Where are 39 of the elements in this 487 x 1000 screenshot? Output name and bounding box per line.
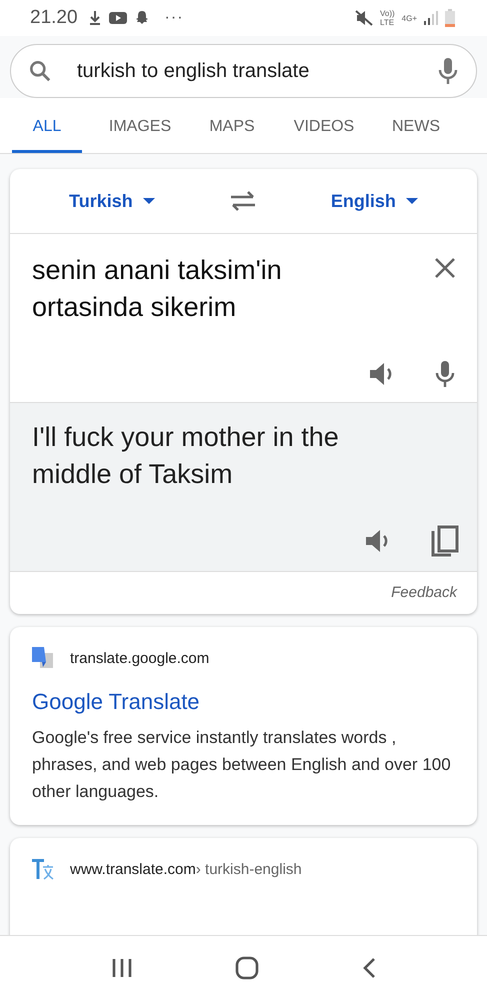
microphone-icon[interactable]	[435, 360, 455, 388]
network-label: 4G+	[402, 14, 417, 22]
play-icon	[108, 11, 127, 25]
result-snippet: Google's free service instantly translates words , phrases, and web pages between English and over 100 other languages.	[32, 727, 452, 803]
translated-text: I'll fuck your mother in the middle of Taksim	[32, 421, 340, 491]
ghost-icon	[134, 10, 150, 26]
translate-logo-icon	[32, 647, 54, 669]
battery-icon	[445, 9, 455, 27]
copy-icon[interactable]	[431, 525, 459, 557]
recent-apps-icon[interactable]	[111, 958, 134, 978]
result-url[interactable]: www.translate.com› turkish-english	[70, 860, 302, 878]
feedback-link[interactable]: Feedback	[391, 584, 457, 601]
result-url[interactable]: translate.google.com	[70, 650, 210, 666]
search-query: turkish to english translate	[77, 60, 310, 82]
search-icon	[27, 58, 53, 84]
microphone-icon[interactable]	[438, 57, 458, 85]
search-tab[interactable]: MAPS	[186, 106, 278, 153]
search-tab[interactable]: VIDEOS	[278, 106, 370, 153]
download-icon	[88, 10, 102, 26]
search-tab[interactable]: NEWS	[370, 106, 462, 153]
translate-logo-icon	[32, 858, 54, 880]
search-tab[interactable]: IMAGES	[94, 106, 186, 153]
lte-label: LTE	[380, 18, 395, 27]
search-field[interactable]: turkish to english translate	[10, 44, 477, 98]
home-icon[interactable]	[235, 956, 260, 980]
target-language-dropdown[interactable]: English	[326, 186, 422, 216]
clock-time: 21.20	[30, 7, 78, 29]
swap-icon[interactable]	[228, 190, 257, 212]
back-icon[interactable]	[362, 957, 376, 979]
volte-label: Vo))	[380, 9, 395, 18]
result-title-link[interactable]: Google Translate	[32, 689, 455, 715]
caret-icon	[142, 198, 155, 204]
close-icon[interactable]	[435, 258, 455, 278]
source-text[interactable]: senin anani taksim'in ortasinda sikerim	[32, 252, 362, 326]
mute-icon	[354, 10, 373, 26]
caret-icon	[406, 198, 418, 204]
signal-icon	[424, 11, 438, 25]
more-notifications: ···	[164, 9, 184, 27]
source-language-dropdown[interactable]: Turkish	[65, 186, 159, 216]
